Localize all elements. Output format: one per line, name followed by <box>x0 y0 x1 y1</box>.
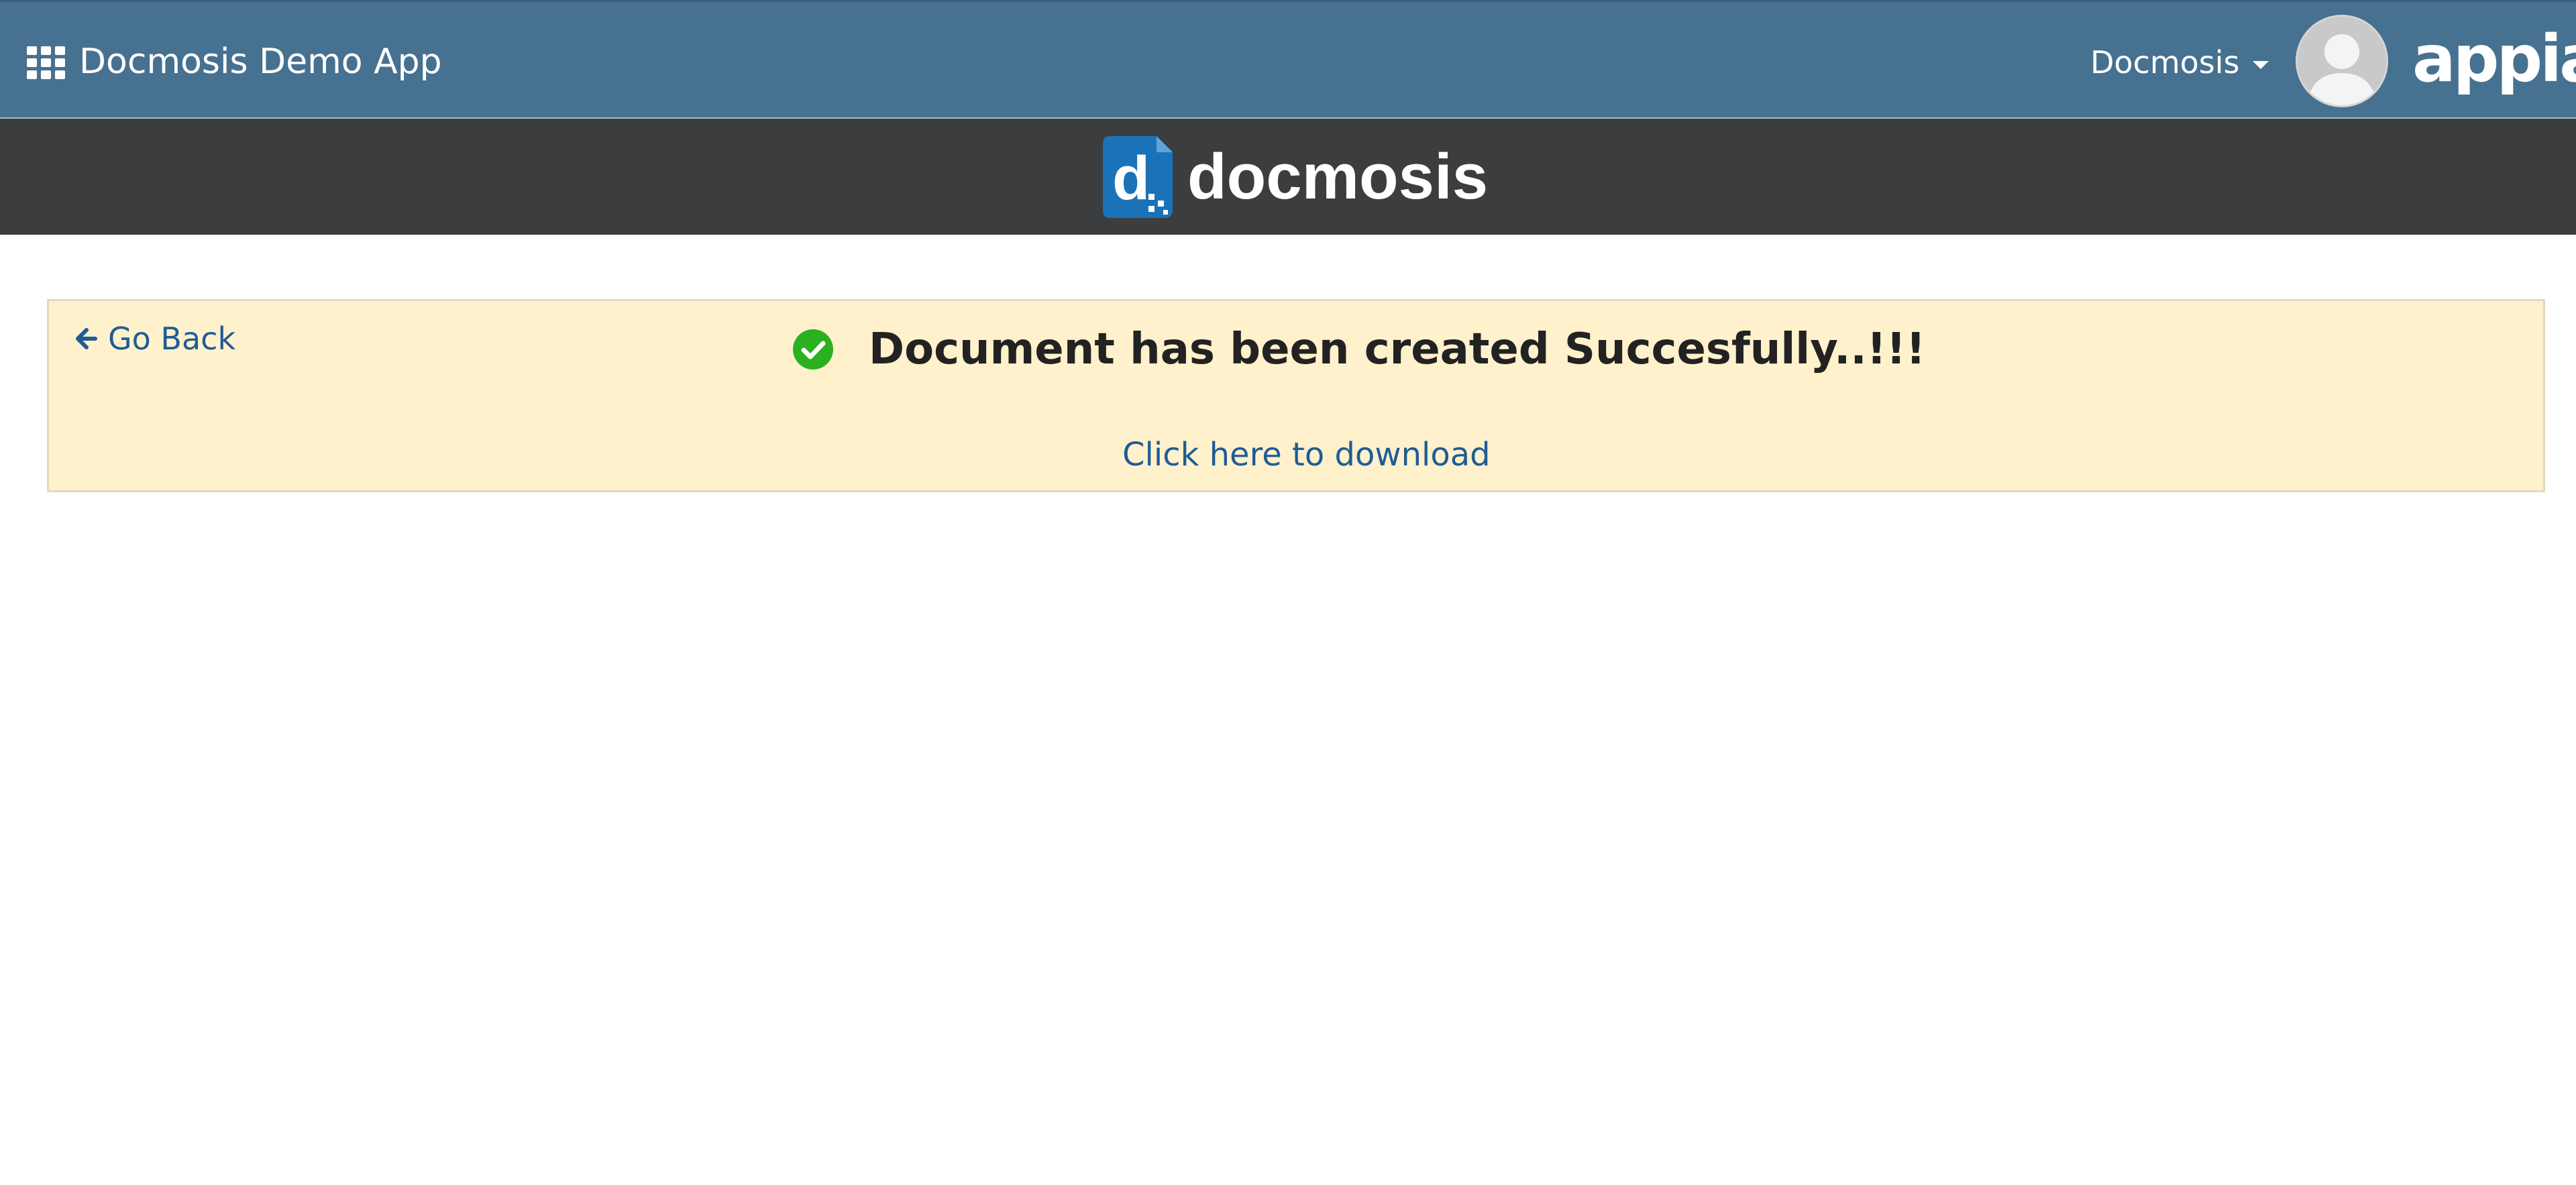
user-avatar-icon[interactable] <box>2296 15 2388 107</box>
arrow-left-icon <box>76 328 97 349</box>
app-header: Docmosis Demo App Docmosis appian <box>0 0 2576 119</box>
app-title[interactable]: Docmosis Demo App <box>79 39 442 84</box>
success-status: Document has been created Succesfully..!… <box>792 321 1925 378</box>
brand-banner: d docmosis <box>0 119 2576 235</box>
appian-logo: appian <box>2412 21 2576 97</box>
success-message: Document has been created Succesfully..!… <box>869 325 1926 374</box>
check-circle-icon <box>793 329 833 370</box>
caret-down-icon[interactable] <box>2253 61 2269 69</box>
go-back-label: Go Back <box>108 321 236 357</box>
download-link[interactable]: Click here to download <box>1122 434 1491 475</box>
docmosis-logo-letter: d <box>1112 144 1150 213</box>
success-panel: Go Back Document has been created Succes… <box>47 299 2545 492</box>
docmosis-logo-icon: d <box>1102 135 1174 219</box>
grid-icon[interactable] <box>27 46 66 79</box>
go-back-link[interactable]: Go Back <box>74 319 235 359</box>
docmosis-wordmark: docmosis <box>1187 141 1489 213</box>
user-menu-button[interactable]: Docmosis <box>2090 42 2240 82</box>
